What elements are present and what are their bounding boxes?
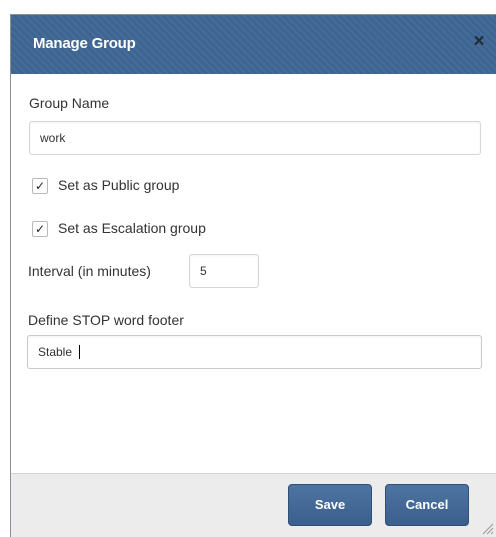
resize-grip-icon[interactable] <box>480 521 494 535</box>
dialog-title: Manage Group <box>33 35 136 52</box>
manage-group-dialog: Manage Group × Group Name ✓ Set as Publi… <box>10 14 496 537</box>
group-name-input[interactable] <box>29 121 481 155</box>
text-cursor <box>79 345 80 359</box>
escalation-group-label: Set as Escalation group <box>58 220 206 236</box>
stop-footer-input[interactable] <box>27 335 482 369</box>
interval-input[interactable] <box>189 254 259 288</box>
save-button[interactable]: Save <box>288 484 372 526</box>
group-name-label: Group Name <box>29 95 110 111</box>
cancel-button[interactable]: Cancel <box>385 484 469 526</box>
interval-label: Interval (in minutes) <box>28 263 151 279</box>
dialog-titlebar[interactable]: Manage Group × <box>11 15 496 74</box>
escalation-group-checkbox[interactable]: ✓ <box>32 221 48 237</box>
public-group-checkbox[interactable]: ✓ <box>32 178 48 194</box>
stop-footer-label: Define STOP word footer <box>28 312 184 328</box>
close-icon[interactable]: × <box>468 31 490 53</box>
public-group-label: Set as Public group <box>58 177 180 193</box>
